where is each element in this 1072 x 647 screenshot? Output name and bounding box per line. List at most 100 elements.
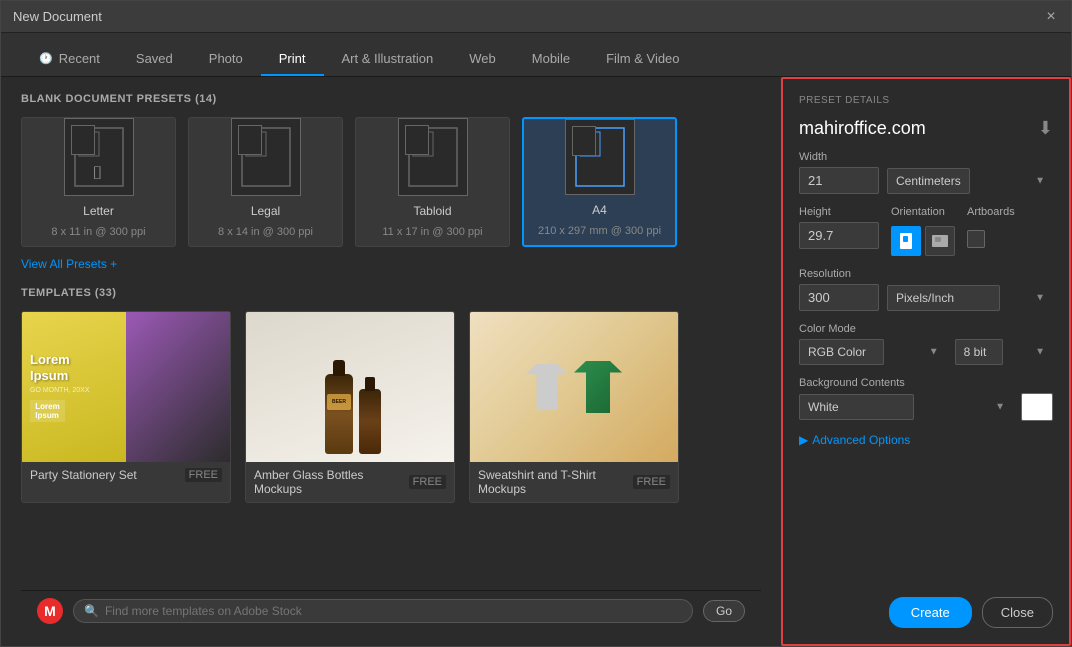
template-sweatshirt[interactable]: Sweatshirt and T-Shirt Mockups FREE: [469, 311, 679, 503]
advanced-chevron-icon: ▶: [799, 433, 808, 447]
artboards-checkbox[interactable]: [967, 230, 985, 248]
blank-presets-header: BLANK DOCUMENT PRESETS (14): [21, 93, 761, 105]
action-buttons: Create Close: [799, 597, 1053, 628]
background-select-arrow: ▼: [995, 402, 1005, 413]
tab-web[interactable]: Web: [451, 43, 514, 76]
preset-a4-icon: [565, 119, 635, 195]
background-select-wrapper: White Black Background Color Transparent…: [799, 394, 1013, 420]
templates-count: (33): [95, 287, 117, 299]
width-label: Width: [799, 151, 1053, 163]
preset-tabloid[interactable]: Tabloid 11 x 17 in @ 300 ppi: [355, 117, 510, 247]
preset-letter-icon: ⌷: [64, 118, 134, 196]
resolution-field: Resolution Pixels/Inch Pixels/Centimeter…: [799, 268, 1053, 311]
tab-bar: 🕐 Recent Saved Photo Print Art & Illustr…: [1, 33, 1071, 77]
resolution-row: Pixels/Inch Pixels/Centimeter ▼: [799, 284, 1053, 311]
tab-saved-label: Saved: [136, 51, 173, 66]
template-amber-badge: FREE: [409, 475, 446, 489]
tab-web-label: Web: [469, 51, 496, 66]
width-unit-arrow: ▼: [1035, 175, 1045, 186]
preset-tabloid-size: 11 x 17 in @ 300 ppi: [382, 226, 482, 238]
template-party-thumb: LoremIpsum GO MONTH, 20XX LoremIpsum: [22, 312, 230, 462]
color-mode-label: Color Mode: [799, 323, 1053, 335]
width-unit-wrapper: Centimeters Pixels Inches Millimeters ▼: [887, 168, 1053, 194]
artboards-label: Artboards: [967, 206, 1015, 218]
resolution-unit-select[interactable]: Pixels/Inch Pixels/Centimeter: [887, 285, 1000, 311]
landscape-button[interactable]: [925, 226, 955, 256]
template-amber-thumb: BEER: [246, 312, 454, 462]
template-party-badge: FREE: [185, 468, 222, 482]
width-field: Width Centimeters Pixels Inches Millimet…: [799, 151, 1053, 194]
main-content: BLANK DOCUMENT PRESETS (14) ⌷ Letter: [1, 77, 1071, 646]
preset-legal-size: 8 x 14 in @ 300 ppi: [218, 226, 313, 238]
color-mode-arrow: ▼: [929, 347, 939, 358]
svg-text:⌷: ⌷: [92, 163, 103, 183]
preset-legal-icon: [231, 118, 301, 196]
tab-recent[interactable]: 🕐 Recent: [21, 43, 118, 76]
advanced-options[interactable]: ▶ Advanced Options: [799, 433, 1053, 447]
search-input[interactable]: [105, 604, 682, 618]
background-field: Background Contents White Black Backgrou…: [799, 377, 1053, 421]
orientation-label: Orientation: [891, 206, 955, 218]
templates-title: TEMPLATES: [21, 287, 91, 299]
window-close-button[interactable]: ×: [1043, 9, 1059, 25]
left-panel: BLANK DOCUMENT PRESETS (14) ⌷ Letter: [1, 77, 781, 646]
search-icon: 🔍: [84, 604, 99, 618]
resolution-unit-arrow: ▼: [1035, 292, 1045, 303]
preset-a4[interactable]: A4 210 x 297 mm @ 300 ppi: [522, 117, 677, 247]
preset-tabloid-name: Tabloid: [413, 204, 451, 218]
save-preset-icon[interactable]: ⬇: [1038, 118, 1053, 139]
logo-letter: M: [44, 603, 56, 619]
height-orientation-row: Height Orientation: [799, 206, 1053, 256]
tab-mobile-label: Mobile: [532, 51, 570, 66]
create-button[interactable]: Create: [889, 597, 972, 628]
close-button[interactable]: Close: [982, 597, 1053, 628]
width-unit-select[interactable]: Centimeters Pixels Inches Millimeters: [887, 168, 970, 194]
tab-print-label: Print: [279, 51, 306, 66]
template-sweatshirt-info: Sweatshirt and T-Shirt Mockups FREE: [470, 462, 678, 502]
orientation-buttons: [891, 226, 955, 256]
color-depth-select[interactable]: 8 bit 16 bit 32 bit: [955, 339, 1003, 365]
go-button[interactable]: Go: [703, 600, 745, 622]
tab-saved[interactable]: Saved: [118, 43, 191, 76]
width-input[interactable]: [799, 167, 879, 194]
resolution-label: Resolution: [799, 268, 1053, 280]
template-party-info: Party Stationery Set FREE: [22, 462, 230, 488]
tab-mobile[interactable]: Mobile: [514, 43, 588, 76]
search-box[interactable]: 🔍: [73, 599, 693, 623]
tab-art-label: Art & Illustration: [342, 51, 434, 66]
template-sweatshirt-thumb: [470, 312, 678, 462]
blank-presets-count: (14): [195, 93, 217, 105]
preset-legal-name: Legal: [251, 204, 280, 218]
tab-film[interactable]: Film & Video: [588, 43, 697, 76]
background-row: White Black Background Color Transparent…: [799, 393, 1053, 421]
preset-tabloid-icon: [398, 118, 468, 196]
color-depth-wrapper: 8 bit 16 bit 32 bit ▼: [955, 339, 1053, 365]
height-field: Height: [799, 206, 879, 249]
preset-a4-size: 210 x 297 mm @ 300 ppi: [538, 225, 661, 237]
color-mode-select[interactable]: RGB Color CMYK Color Lab Color Grayscale: [799, 339, 884, 365]
preset-a4-name: A4: [592, 203, 607, 217]
portrait-button[interactable]: [891, 226, 921, 256]
presets-grid: ⌷ Letter 8 x 11 in @ 300 ppi: [21, 117, 761, 247]
background-color-swatch[interactable]: [1021, 393, 1053, 421]
adobe-stock-logo: M: [37, 598, 63, 624]
view-all-presets[interactable]: View All Presets +: [21, 257, 761, 271]
width-row: Centimeters Pixels Inches Millimeters ▼: [799, 167, 1053, 194]
height-label: Height: [799, 206, 879, 218]
resolution-input[interactable]: [799, 284, 879, 311]
tab-print[interactable]: Print: [261, 43, 324, 76]
tab-photo-label: Photo: [209, 51, 243, 66]
preset-letter[interactable]: ⌷ Letter 8 x 11 in @ 300 ppi: [21, 117, 176, 247]
templates-header: TEMPLATES (33): [21, 287, 761, 299]
tab-photo[interactable]: Photo: [191, 43, 261, 76]
template-amber[interactable]: BEER Amber Glass Bottles Mockups FRE: [245, 311, 455, 503]
template-amber-info: Amber Glass Bottles Mockups FREE: [246, 462, 454, 502]
right-panel: PRESET DETAILS mahiroffice.com ⬇ Width C…: [781, 77, 1071, 646]
background-select[interactable]: White Black Background Color Transparent: [799, 394, 914, 420]
template-sweatshirt-name: Sweatshirt and T-Shirt Mockups: [478, 468, 633, 496]
template-party[interactable]: LoremIpsum GO MONTH, 20XX LoremIpsum: [21, 311, 231, 503]
tab-art[interactable]: Art & Illustration: [324, 43, 452, 76]
preset-legal[interactable]: Legal 8 x 14 in @ 300 ppi: [188, 117, 343, 247]
height-input[interactable]: [799, 222, 879, 249]
templates-section: TEMPLATES (33) LoremIpsum GO MONTH, 20XX: [21, 287, 761, 590]
